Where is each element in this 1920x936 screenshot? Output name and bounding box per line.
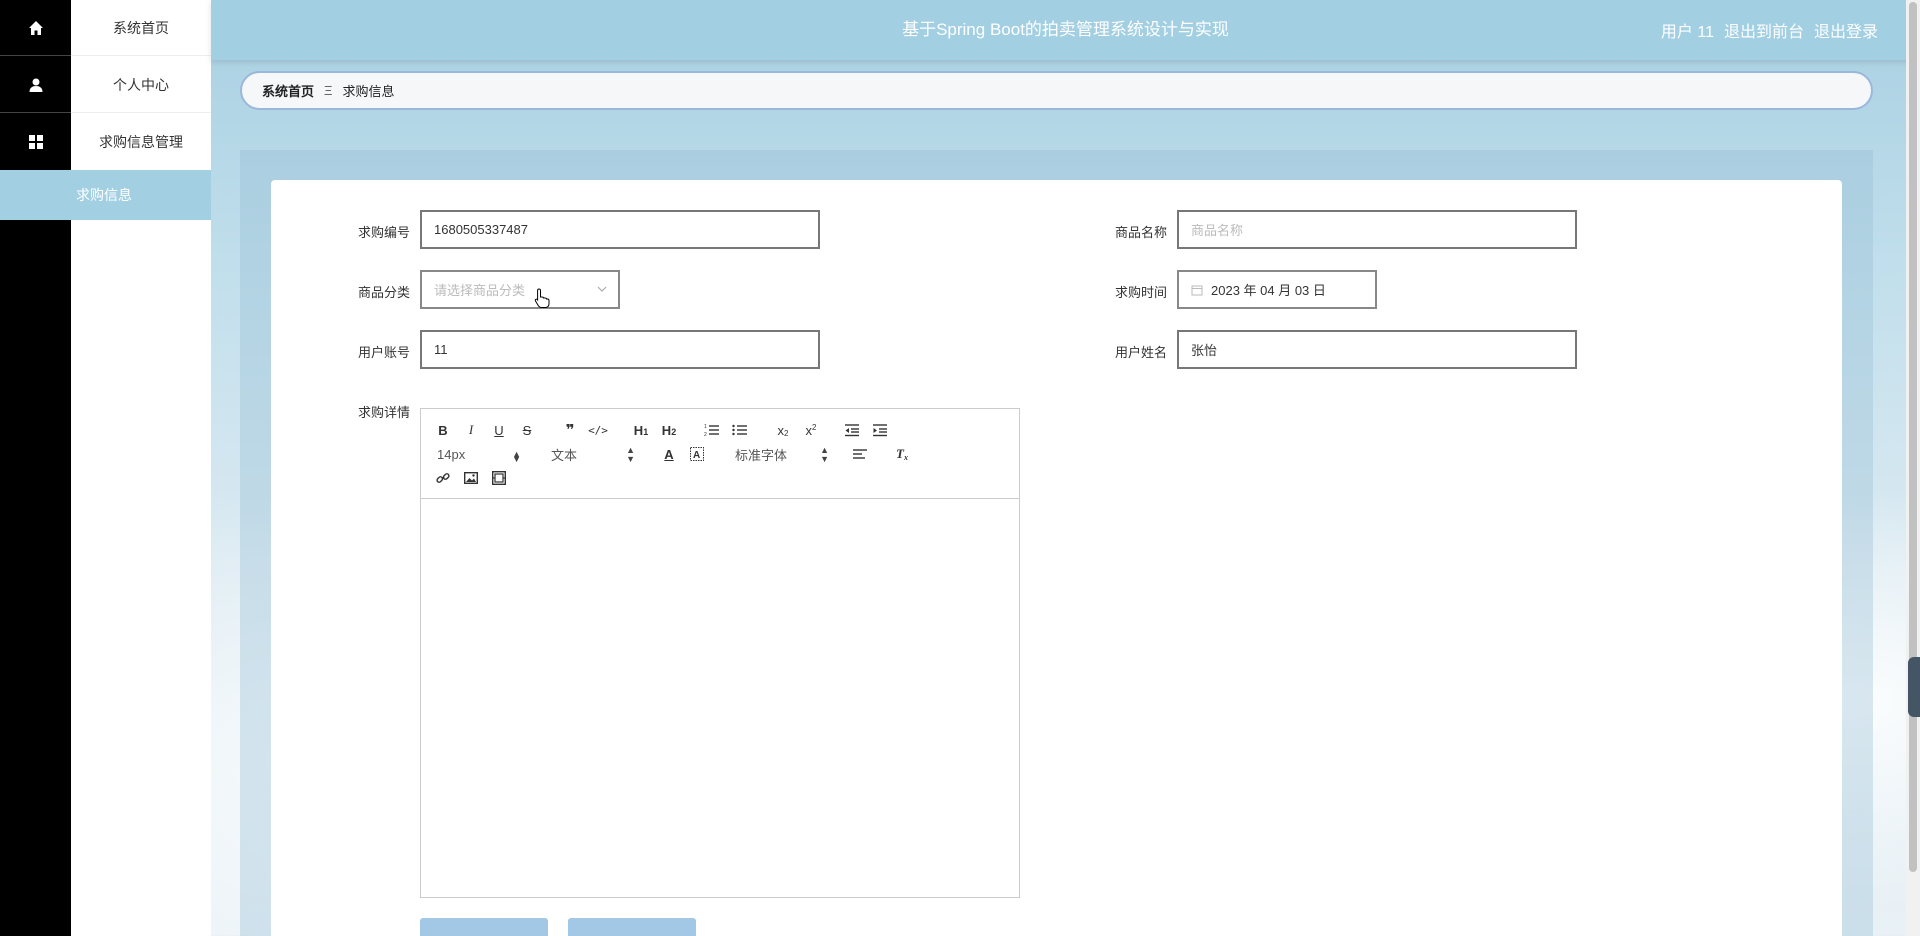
current-user: 用户 11: [1660, 24, 1714, 41]
sort-arrows-icon: ▼: [626, 454, 635, 464]
italic-icon[interactable]: I: [463, 421, 479, 439]
sort-arrows-icon: ▼: [820, 454, 829, 464]
product-category-label: 商品分类: [357, 285, 410, 300]
heading-value: 文本: [551, 447, 578, 463]
purchase-time-input[interactable]: 2023 年 04 月 03 日: [1177, 270, 1377, 309]
font-family-select[interactable]: 标准字体 ▲ ▼: [735, 445, 829, 464]
purchase-time-label: 求购时间: [1114, 285, 1167, 300]
details-label: 求购详情: [357, 405, 410, 420]
svg-text:1: 1: [704, 424, 707, 430]
outdent-icon[interactable]: [843, 421, 861, 439]
bullet-list-icon[interactable]: [731, 421, 749, 439]
back-to-front-link[interactable]: 退出到前台: [1724, 18, 1804, 42]
product-name-placeholder: 商品名称: [1191, 223, 1244, 238]
user-account-label: 用户账号: [357, 345, 410, 360]
home-icon: [0, 0, 71, 56]
sidebar-item-purchase-management[interactable]: 求购信息管理: [0, 114, 211, 170]
submit-button[interactable]: 提交: [420, 918, 548, 936]
font-color-icon[interactable]: A: [661, 445, 677, 463]
grid-icon: [0, 114, 71, 170]
product-category-select[interactable]: 请选择商品分类: [420, 270, 620, 309]
purchase-no-input[interactable]: 1680505337487: [420, 210, 820, 249]
scrollbar-thumb[interactable]: [1909, 2, 1917, 872]
sidebar-item-label: 求购信息管理: [99, 134, 183, 150]
clear-format-icon[interactable]: Tx: [893, 445, 911, 463]
header-actions: 用户 11 退出到前台 退出登录: [1661, 0, 1878, 60]
breadcrumb-separator: Ξ: [324, 83, 333, 98]
purchase-no-label: 求购编号: [357, 225, 410, 240]
sidebar-item-label: 个人中心: [113, 77, 169, 93]
font-size-value: 14px: [437, 446, 466, 462]
svg-text:2: 2: [704, 432, 707, 437]
user-icon: [0, 57, 71, 113]
background-color-icon[interactable]: A: [689, 445, 705, 463]
align-left-icon[interactable]: [851, 445, 869, 463]
bold-icon[interactable]: B: [435, 421, 451, 439]
sidebar-item-profile[interactable]: 个人中心: [0, 57, 211, 113]
sidebar: 系统首页 个人中心 求购信息管理 求购信息: [0, 0, 211, 936]
breadcrumb-current: 求购信息: [342, 84, 395, 99]
svg-text:A: A: [693, 450, 700, 461]
link-icon[interactable]: [435, 469, 451, 487]
product-category-placeholder: 请选择商品分类: [434, 283, 526, 298]
font-family-value: 标准字体: [735, 447, 788, 463]
sidebar-item-label: 系统首页: [113, 20, 169, 36]
top-header: 基于Spring Boot的拍卖管理系统设计与实现 用户 11 退出到前台 退出…: [211, 0, 1920, 60]
sort-arrows-icon: ▼: [512, 454, 521, 464]
breadcrumb: 系统首页 Ξ 求购信息: [240, 71, 1873, 110]
editor-content-area[interactable]: [421, 500, 1019, 898]
user-account-value: 11: [434, 342, 448, 357]
user-name-value: 张怡: [1191, 343, 1218, 358]
calendar-icon: [1191, 284, 1203, 296]
sidebar-item-home[interactable]: 系统首页: [0, 0, 211, 56]
underline-icon[interactable]: U: [491, 421, 507, 439]
page-scrollbar[interactable]: [1906, 0, 1920, 936]
heading-2-icon[interactable]: H2: [659, 421, 679, 439]
sidebar-item-purchase-info[interactable]: 求购信息: [0, 170, 211, 220]
user-name-label: 用户姓名: [1114, 345, 1167, 360]
user-account-input[interactable]: 11: [420, 330, 820, 369]
subscript-icon[interactable]: x2: [773, 421, 793, 439]
sidebar-active-label: 求购信息: [76, 187, 132, 203]
purchase-no-value: 1680505337487: [434, 222, 528, 237]
hand-cursor-icon: [534, 288, 550, 311]
logout-link[interactable]: 退出登录: [1814, 18, 1878, 42]
product-name-input[interactable]: 商品名称: [1177, 210, 1577, 249]
blockquote-icon[interactable]: ❞: [561, 421, 579, 439]
editor-toolbar: B I U S ❞ </> H1 H2 12 x2 x2 14px ▲ ▼ 文本…: [421, 409, 1019, 499]
user-name-input[interactable]: 张怡: [1177, 330, 1577, 369]
purchase-time-value: 2023 年 04 月 03 日: [1211, 283, 1326, 298]
breadcrumb-home[interactable]: 系统首页: [262, 81, 314, 100]
heading-select[interactable]: 文本 ▲ ▼: [551, 445, 635, 464]
rich-text-editor: B I U S ❞ </> H1 H2 12 x2 x2 14px ▲ ▼ 文本…: [420, 408, 1020, 898]
code-block-icon[interactable]: </>: [588, 421, 608, 439]
font-size-select[interactable]: 14px ▲ ▼: [437, 445, 521, 465]
chevron-down-icon: [596, 283, 608, 298]
ordered-list-icon[interactable]: 12: [703, 421, 721, 439]
cancel-button[interactable]: 取消: [568, 918, 696, 936]
indent-icon[interactable]: [871, 421, 889, 439]
strikethrough-icon[interactable]: S: [519, 421, 535, 439]
image-icon[interactable]: [463, 469, 479, 487]
product-name-label: 商品名称: [1114, 225, 1167, 240]
superscript-icon[interactable]: x2: [801, 421, 821, 439]
video-icon[interactable]: [491, 469, 507, 487]
side-float-widget[interactable]: [1908, 657, 1920, 717]
heading-1-icon[interactable]: H1: [631, 421, 651, 439]
